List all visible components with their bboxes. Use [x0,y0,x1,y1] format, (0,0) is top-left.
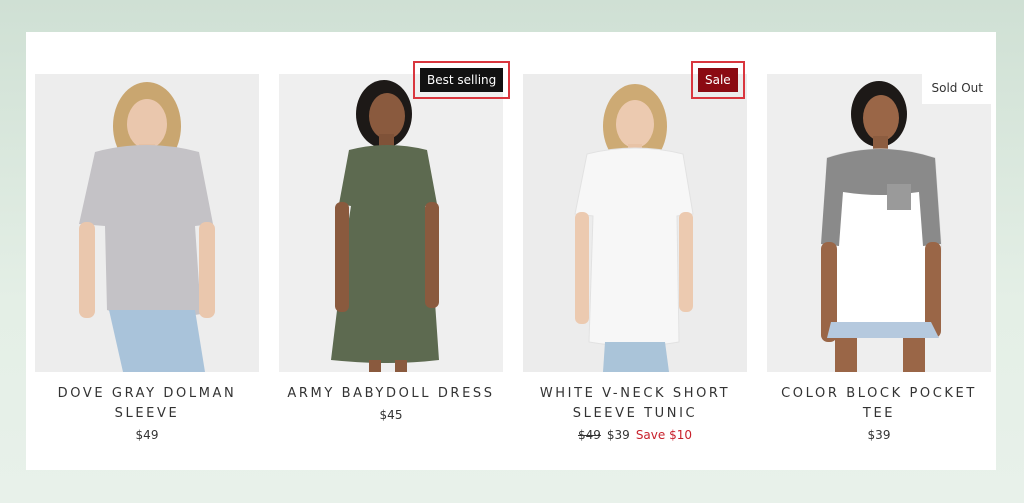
best-selling-highlight: Best selling [413,61,511,99]
product-card[interactable]: Best selling ARMY BABYDOLL DRESS $45 [279,61,511,422]
sale-highlight: Sale [691,61,745,99]
product-image[interactable] [279,74,503,372]
price-value: $45 [379,408,403,422]
product-grid: DOVE GRAY DOLMAN SLEEVE $49 Best selling… [26,32,996,470]
product-card[interactable]: Sold Out COLOR BLOCK POCKET TEE $39 [767,74,991,442]
product-title[interactable]: COLOR BLOCK POCKET TEE [767,384,991,424]
price-value: $39 [606,428,630,442]
best-selling-badge: Best selling [420,68,504,92]
original-price: $49 [578,428,601,442]
product-card[interactable]: DOVE GRAY DOLMAN SLEEVE $49 [35,74,259,442]
product-price: $49 $39 Save $10 [523,428,747,442]
product-image[interactable] [523,74,747,372]
product-title[interactable]: ARMY BABYDOLL DRESS [279,384,503,404]
sold-out-badge: Sold Out [921,74,991,104]
price-value: $39 [867,428,891,442]
price-value: $49 [135,428,159,442]
product-price: $39 [767,428,991,442]
product-image[interactable] [35,74,259,372]
product-card[interactable]: Sale WHITE V-NECK SHORT SLEEVE TUNIC $49… [523,61,747,442]
product-price: $45 [279,408,503,422]
product-image[interactable]: Sold Out [767,74,991,372]
product-title[interactable]: WHITE V-NECK SHORT SLEEVE TUNIC [523,384,747,424]
sale-badge: Sale [698,68,738,92]
product-price: $49 [35,428,259,442]
product-title[interactable]: DOVE GRAY DOLMAN SLEEVE [35,384,259,424]
savings-label: Save $10 [635,428,692,442]
